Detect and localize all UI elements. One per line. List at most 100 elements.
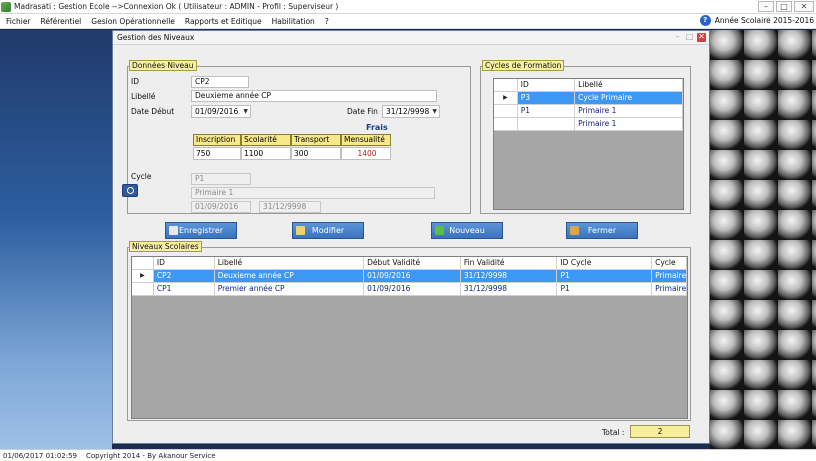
cell-id[interactable]: P1 bbox=[517, 105, 576, 118]
cell-libelle[interactable]: Primaire 1 bbox=[575, 118, 683, 131]
cell-cycle[interactable]: Primaire 1 bbox=[652, 270, 687, 283]
menu-bar: Fichier Référentiel Gesion Opérationnell… bbox=[0, 14, 816, 29]
cell-id[interactable] bbox=[517, 118, 576, 131]
cell-libelle[interactable]: Premier année CP bbox=[214, 283, 365, 296]
menu-fichier[interactable]: Fichier bbox=[0, 17, 35, 26]
column-header-debut[interactable]: Début Validité bbox=[364, 257, 461, 270]
child-minimize-button[interactable]: – bbox=[673, 33, 682, 42]
frais-header-mensualite: Mensualité bbox=[341, 134, 391, 146]
cycle-debut-field: 01/09/2016 bbox=[191, 201, 251, 213]
table-row[interactable]: ▶ P3 Cycle Primaire bbox=[494, 92, 683, 105]
row-header-cell bbox=[494, 79, 518, 92]
column-header-id[interactable]: ID bbox=[517, 79, 576, 92]
menu-referentiel[interactable]: Référentiel bbox=[35, 17, 86, 26]
cell-id[interactable]: P3 bbox=[517, 92, 576, 105]
cycle-search-button[interactable] bbox=[122, 184, 138, 197]
chevron-down-icon: ▼ bbox=[243, 108, 248, 115]
cell-debut[interactable]: 01/09/2016 bbox=[364, 270, 461, 283]
frais-title: Frais bbox=[366, 123, 388, 132]
id-field[interactable]: CP2 bbox=[191, 76, 249, 88]
school-year-label: Année Scolaire 2015-2016 bbox=[714, 16, 814, 25]
row-pointer-icon: ▶ bbox=[132, 270, 154, 283]
total-value: 2 bbox=[630, 425, 690, 438]
gestion-niveaux-window: Gestion des Niveaux – □ ✕ Données Niveau… bbox=[112, 30, 710, 444]
nouveau-button[interactable]: Nouveau bbox=[431, 222, 503, 239]
id-label: ID bbox=[131, 77, 139, 86]
frais-table: Inscription Scolarité Transport Mensuali… bbox=[193, 134, 391, 160]
window-title: Gestion des Niveaux bbox=[117, 33, 195, 42]
add-icon bbox=[435, 226, 444, 235]
date-debut-label: Date Début bbox=[131, 107, 175, 116]
year-indicator: ? Année Scolaire 2015-2016 bbox=[699, 15, 814, 26]
app-title: Madrasati : Gestion Ecole -->Connexion O… bbox=[14, 2, 339, 11]
cell-fin[interactable]: 31/12/9998 bbox=[460, 283, 558, 296]
column-header-id[interactable]: ID bbox=[153, 257, 215, 270]
modifier-button[interactable]: Modifier bbox=[292, 222, 364, 239]
exit-icon bbox=[570, 226, 579, 235]
column-header-fin[interactable]: Fin Validité bbox=[460, 257, 558, 270]
column-header-libelle[interactable]: Libellé bbox=[575, 79, 683, 92]
cycle-id-field: P1 bbox=[191, 173, 251, 185]
table-row[interactable]: P1 Primaire 1 bbox=[494, 105, 683, 118]
cell-cycle[interactable]: Primaire 1 bbox=[652, 283, 687, 296]
cell-fin[interactable]: 31/12/9998 bbox=[460, 270, 558, 283]
table-row[interactable]: ▶ CP2 Deuxieme année CP 01/09/2016 31/12… bbox=[132, 270, 687, 283]
enregistrer-label: Enregistrer bbox=[178, 226, 224, 235]
group-label: Cycles de Formation bbox=[482, 60, 565, 71]
cell-debut[interactable]: 01/09/2016 bbox=[364, 283, 461, 296]
child-maximize-button[interactable]: □ bbox=[685, 33, 694, 42]
cell-id[interactable]: CP2 bbox=[153, 270, 215, 283]
cell-libelle[interactable]: Cycle Primaire bbox=[575, 92, 683, 105]
frais-transport-field[interactable]: 300 bbox=[291, 147, 341, 160]
frais-inscription-field[interactable]: 750 bbox=[193, 147, 241, 160]
column-header-libelle[interactable]: Libellé bbox=[214, 257, 365, 270]
cycles-formation-group: Cycles de Formation ID Libellé ▶ P3 Cycl… bbox=[480, 60, 691, 214]
cycles-grid-header: ID Libellé bbox=[494, 79, 683, 92]
cell-libelle[interactable]: Deuxieme année CP bbox=[214, 270, 365, 283]
desktop-background-left bbox=[0, 30, 112, 449]
frais-scolarite-field[interactable]: 1100 bbox=[241, 147, 291, 160]
date-debut-value: 01/09/2016 bbox=[195, 107, 239, 116]
date-fin-label: Date Fin bbox=[347, 107, 378, 116]
cell-libelle[interactable]: Primaire 1 bbox=[575, 105, 683, 118]
fermer-button[interactable]: Fermer bbox=[566, 222, 638, 239]
status-datetime: 01/06/2017 01:02:59 bbox=[3, 451, 78, 460]
frais-header-inscription: Inscription bbox=[193, 134, 241, 146]
row-pointer-icon: ▶ bbox=[494, 92, 518, 105]
column-header-id-cycle[interactable]: ID Cycle bbox=[557, 257, 653, 270]
group-label: Données Niveau bbox=[129, 60, 197, 71]
menu-help[interactable]: ? bbox=[319, 17, 333, 26]
niveaux-grid-header: ID Libellé Début Validité Fin Validité I… bbox=[132, 257, 687, 270]
column-header-cycle[interactable]: Cycle bbox=[652, 257, 687, 270]
group-label: Niveaux Scolaires bbox=[129, 241, 202, 252]
minimize-button[interactable]: – bbox=[758, 1, 774, 12]
libelle-field[interactable]: Deuxieme année CP bbox=[191, 90, 437, 102]
status-copyright: Copyright 2014 - By Akanour Service bbox=[86, 451, 216, 460]
cell-id-cycle[interactable]: P1 bbox=[557, 270, 653, 283]
menu-rapports[interactable]: Rapports et Editique bbox=[179, 17, 266, 26]
row-header-cell bbox=[132, 257, 154, 270]
cell-id-cycle[interactable]: P1 bbox=[557, 283, 653, 296]
window-controls: – □ ✕ bbox=[758, 1, 814, 12]
table-row[interactable]: Primaire 1 bbox=[494, 118, 683, 131]
date-debut-picker[interactable]: 01/09/2016 ▼ bbox=[191, 105, 251, 118]
total-label: Total : bbox=[602, 428, 625, 437]
enregistrer-button[interactable]: Enregistrer bbox=[165, 222, 237, 239]
desktop-background-right bbox=[710, 30, 816, 449]
cell-id[interactable]: CP1 bbox=[153, 283, 215, 296]
close-button[interactable]: ✕ bbox=[794, 1, 814, 12]
menu-habilitation[interactable]: Habilitation bbox=[266, 17, 319, 26]
date-fin-picker[interactable]: 31/12/9998 ▼ bbox=[382, 105, 440, 118]
modifier-label: Modifier bbox=[311, 226, 345, 235]
help-icon[interactable]: ? bbox=[699, 15, 711, 26]
table-row[interactable]: CP1 Premier année CP 01/09/2016 31/12/99… bbox=[132, 283, 687, 296]
cycle-libelle-field: Primaire 1 bbox=[191, 187, 435, 199]
chevron-down-icon: ▼ bbox=[432, 108, 437, 115]
menu-gestion-operationnelle[interactable]: Gesion Opérationnelle bbox=[85, 17, 179, 26]
frais-mensualite-field: 1400 bbox=[341, 147, 391, 160]
app-logo-icon bbox=[1, 1, 11, 12]
maximize-button[interactable]: □ bbox=[776, 1, 792, 12]
child-window-controls: – □ ✕ bbox=[673, 33, 706, 42]
cycle-label: Cycle bbox=[131, 172, 152, 181]
child-close-button[interactable]: ✕ bbox=[697, 33, 706, 42]
